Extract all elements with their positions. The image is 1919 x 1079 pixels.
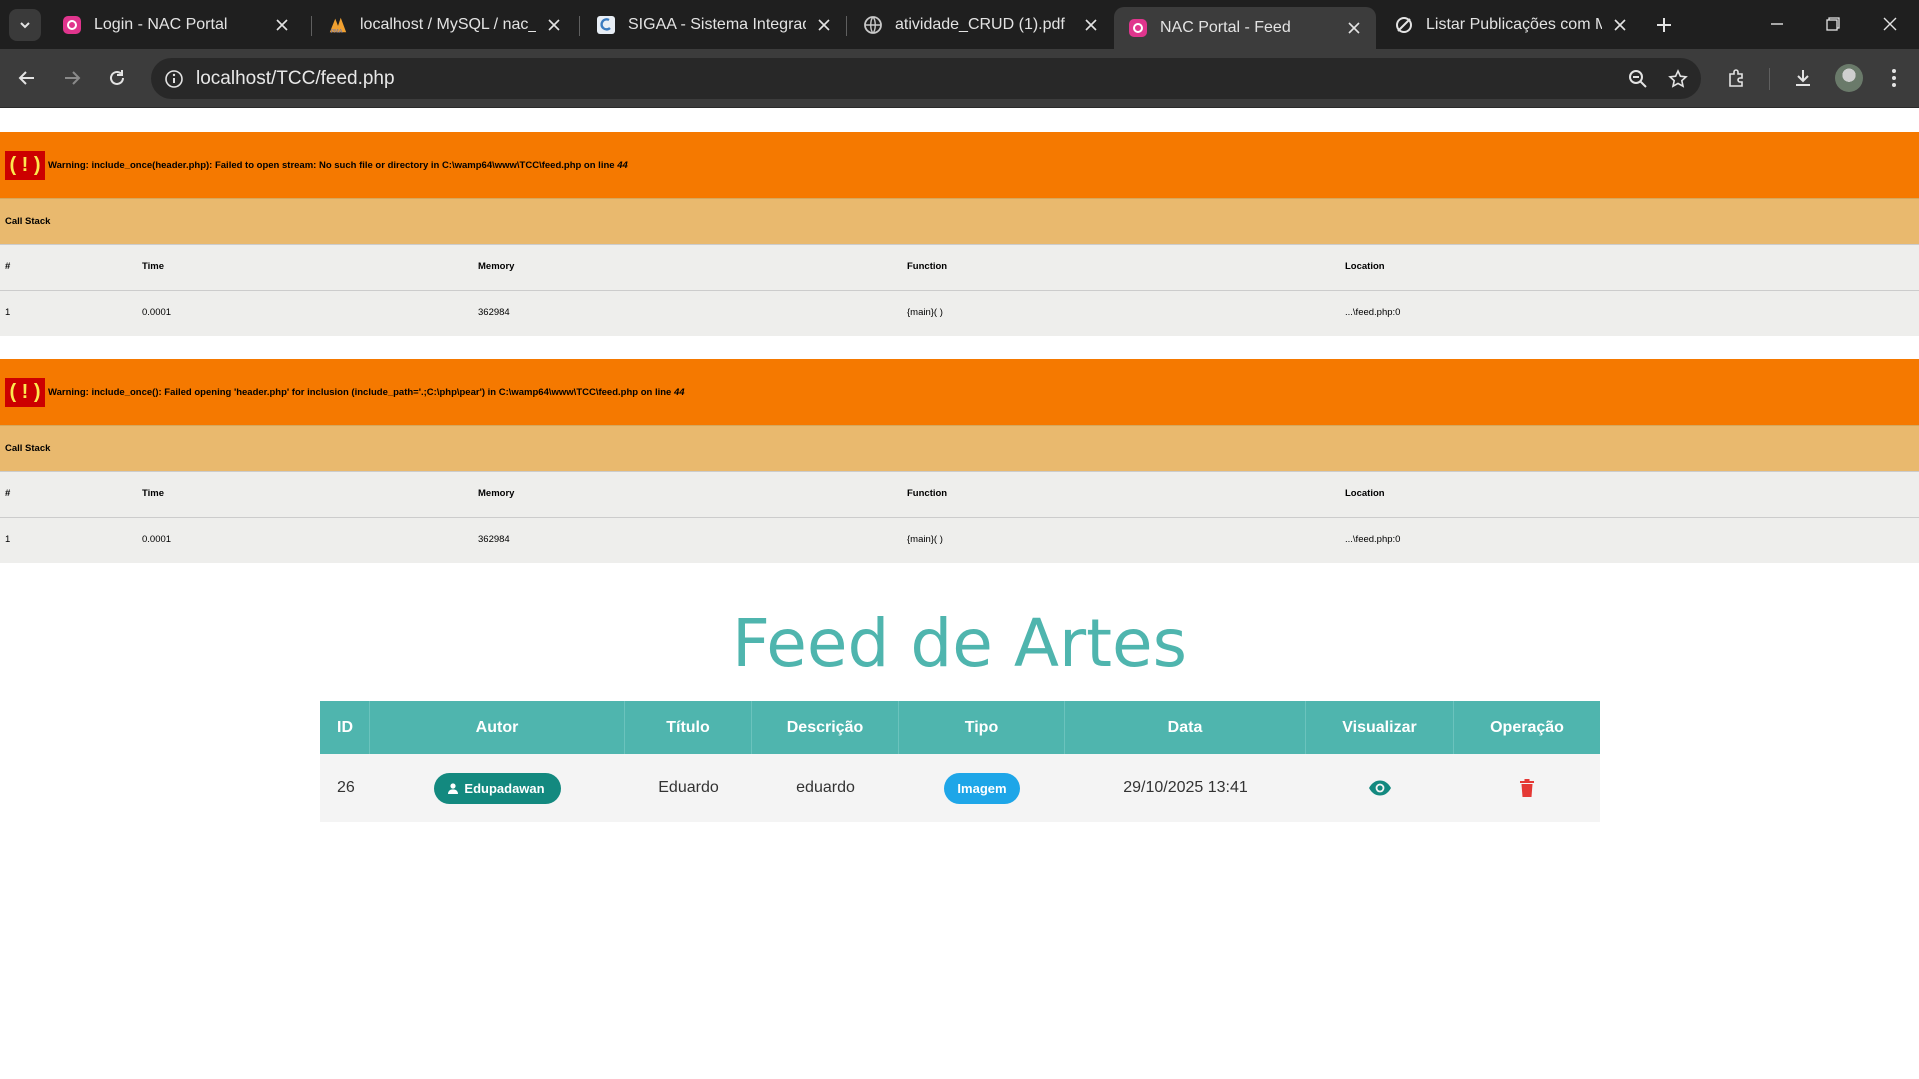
tab-title: atividade_CRUD (1).pdf (895, 16, 1065, 33)
author-badge[interactable]: Edupadawan (434, 772, 561, 804)
cell-descricao: eduardo (796, 779, 855, 796)
tab-title: Listar Publicações com Ma (1426, 16, 1602, 33)
call-stack-row: 1 0.0001 362984 {main}( ) ...\feed.php:0 (0, 290, 1919, 336)
zoom-icon[interactable] (1627, 68, 1649, 90)
eye-icon[interactable] (1367, 775, 1393, 801)
column-header-operacao: Operação (1490, 718, 1564, 736)
close-icon[interactable] (1344, 18, 1364, 38)
column-header-titulo: Título (625, 701, 752, 754)
cell-tipo: Imagem (899, 754, 1065, 822)
reload-icon (110, 70, 124, 85)
phpmyadmin-favicon-icon: PMA (328, 15, 348, 35)
close-icon[interactable] (814, 15, 834, 35)
menu-button[interactable] (1881, 65, 1907, 91)
back-button[interactable] (14, 65, 40, 91)
new-tab-button[interactable] (1652, 13, 1676, 37)
arrow-right-icon (65, 71, 81, 85)
sigaa-favicon-icon (596, 15, 616, 35)
warning-message: Warning: include_once(header.php): Faile… (48, 159, 628, 171)
downloads-button[interactable] (1790, 65, 1816, 91)
tab-feed[interactable]: NAC Portal - Feed (1114, 7, 1376, 49)
warning-message: Warning: include_once(): Failed opening … (48, 386, 685, 398)
author-name: Edupadawan (464, 780, 545, 796)
php-warning-1: ( ! ) Warning: include_once(header.php):… (0, 132, 1919, 336)
tab-strip: Login - NAC Portal PMA localhost / MySQL… (0, 0, 1919, 49)
tab-search-button[interactable] (9, 9, 41, 41)
arrow-left-icon (18, 71, 34, 85)
tab-login[interactable]: Login - NAC Portal (48, 7, 304, 43)
column-header-data: Data (1065, 701, 1306, 754)
tab-title: localhost / MySQL / nac_p (360, 16, 536, 33)
tab-listar[interactable]: Listar Publicações com Ma (1380, 7, 1642, 43)
warning-header: ( ! ) Warning: include_once(): Failed op… (0, 359, 1919, 425)
tab-title: NAC Portal - Feed (1160, 19, 1291, 36)
forward-button[interactable] (59, 65, 85, 91)
trash-icon[interactable] (1514, 775, 1540, 801)
column-header-tipo: Tipo (899, 701, 1065, 754)
tab-title: Login - NAC Portal (94, 16, 228, 33)
column-header-id: ID (320, 701, 370, 754)
minimize-button[interactable] (1765, 12, 1789, 36)
close-icon (1883, 17, 1897, 31)
page-content: ( ! ) Warning: include_once(header.php):… (0, 108, 1919, 1079)
globe-icon (863, 15, 883, 35)
call-stack-header-row: # Time Memory Function Location (0, 244, 1919, 290)
close-icon[interactable] (1610, 15, 1630, 35)
tab-phpmyadmin[interactable]: PMA localhost / MySQL / nac_p (314, 7, 576, 43)
profile-avatar[interactable] (1835, 64, 1863, 92)
column-header-descricao: Descrição (752, 701, 899, 754)
minimize-icon (1771, 23, 1783, 25)
column-header-autor: Autor (370, 701, 625, 754)
tab-sigaa[interactable]: SIGAA - Sistema Integrado (582, 7, 846, 43)
nac-portal-favicon-icon (62, 15, 82, 35)
table-header-row: ID Autor Título Descrição Tipo Data Visu… (320, 701, 1600, 754)
close-icon[interactable] (544, 15, 564, 35)
cell-operacao (1454, 754, 1600, 822)
tab-title: SIGAA - Sistema Integrado (628, 16, 806, 33)
type-badge: Imagem (944, 772, 1020, 804)
more-vertical-icon (1892, 69, 1896, 87)
close-window-button[interactable] (1878, 12, 1902, 36)
cell-id: 26 (337, 779, 355, 796)
site-info-icon[interactable] (163, 68, 185, 90)
call-stack-label: Call Stack (0, 425, 1919, 471)
warning-header: ( ! ) Warning: include_once(header.php):… (0, 132, 1919, 198)
extensions-button[interactable] (1724, 65, 1750, 91)
restore-button[interactable] (1821, 12, 1845, 36)
column-header-visualizar: Visualizar (1306, 701, 1454, 754)
address-bar[interactable]: localhost/TCC/feed.php (151, 58, 1701, 99)
download-icon (1796, 70, 1810, 86)
url-text[interactable]: localhost/TCC/feed.php (196, 68, 395, 90)
svg-text:PMA: PMA (331, 29, 343, 35)
close-icon[interactable] (272, 15, 292, 35)
user-icon (448, 782, 459, 794)
cell-visualizar (1306, 754, 1454, 822)
chevron-down-icon (20, 22, 30, 29)
page-title: Feed de Artes (731, 605, 1188, 682)
cell-data: 29/10/2025 13:41 (1123, 779, 1248, 796)
plus-icon (1657, 18, 1671, 32)
reload-button[interactable] (104, 65, 130, 91)
browser-toolbar: localhost/TCC/feed.php (0, 49, 1919, 108)
warning-badge: ( ! ) (5, 377, 45, 407)
cell-autor: Edupadawan (370, 754, 625, 822)
feed-table: ID Autor Título Descrição Tipo Data Visu… (320, 701, 1600, 822)
cell-titulo: Eduardo (658, 779, 719, 796)
call-stack-header-row: # Time Memory Function Location (0, 471, 1919, 517)
loading-icon (1394, 15, 1414, 35)
tab-pdf[interactable]: atividade_CRUD (1).pdf (849, 7, 1113, 43)
table-row: 26 Edupadawan Eduardo eduardo Imagem 29/… (320, 754, 1600, 822)
warning-badge: ( ! ) (5, 150, 45, 180)
nac-portal-favicon-icon (1128, 18, 1148, 38)
call-stack-row: 1 0.0001 362984 {main}( ) ...\feed.php:0 (0, 517, 1919, 563)
bookmark-star-icon[interactable] (1667, 68, 1689, 90)
restore-icon (1826, 17, 1840, 31)
close-icon[interactable] (1081, 15, 1101, 35)
call-stack-label: Call Stack (0, 198, 1919, 244)
php-warning-2: ( ! ) Warning: include_once(): Failed op… (0, 359, 1919, 563)
puzzle-icon (1729, 69, 1743, 87)
